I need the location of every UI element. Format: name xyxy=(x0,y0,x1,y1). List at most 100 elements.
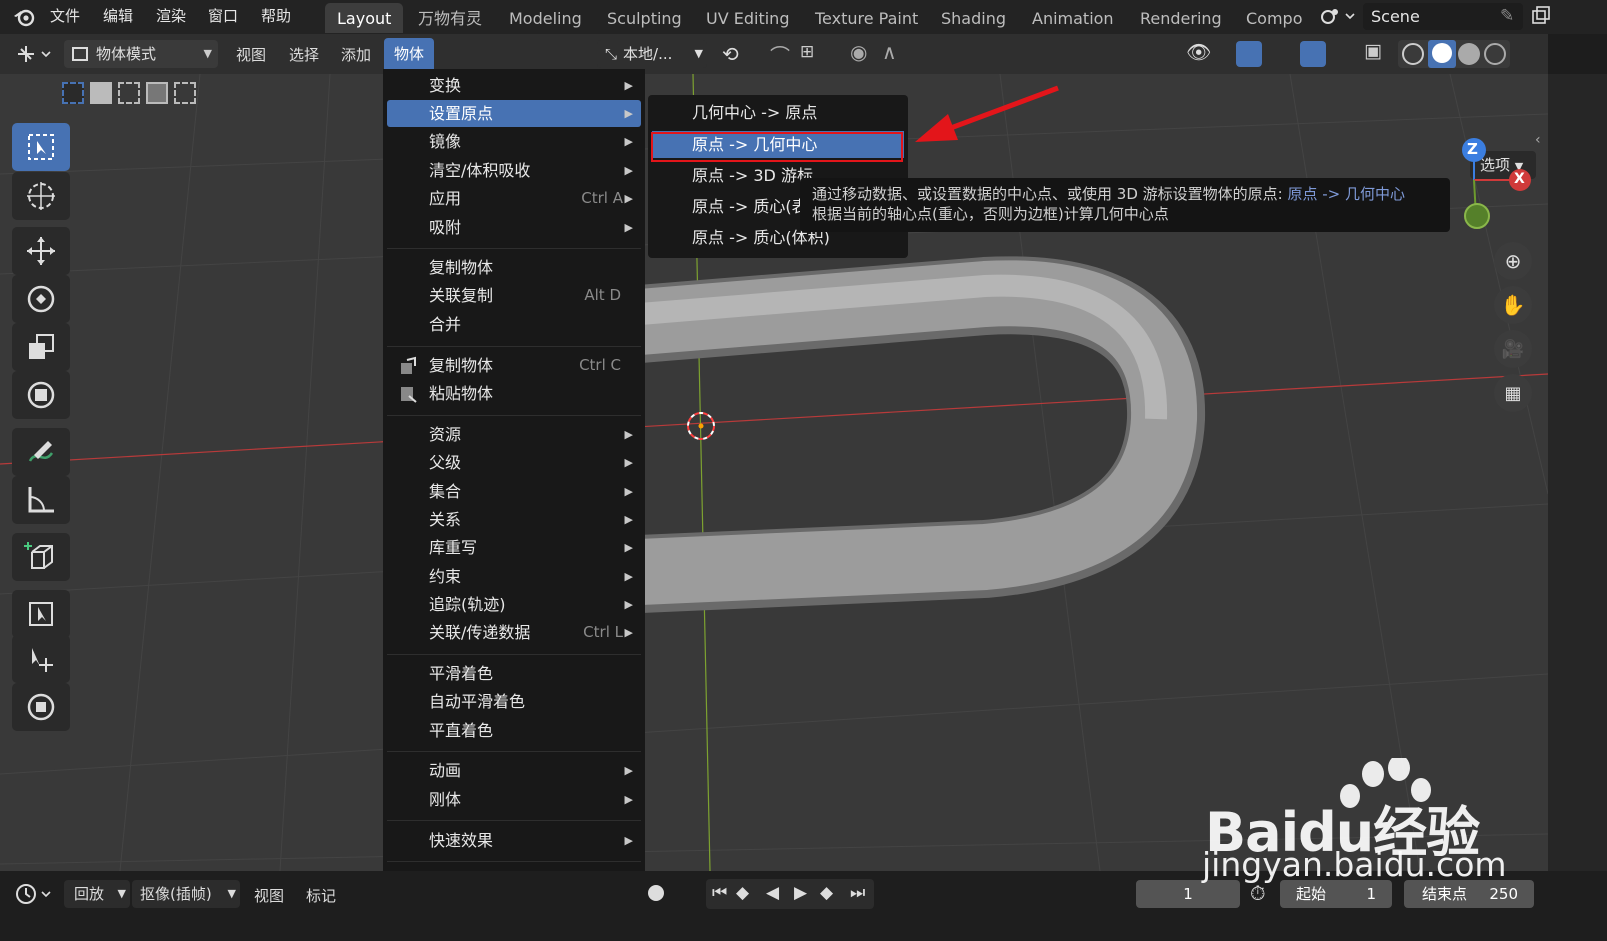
blender-logo-icon[interactable] xyxy=(12,5,36,29)
rendered-shading-icon[interactable] xyxy=(1484,43,1506,65)
menu-item-set-origin[interactable]: 设置原点 ▶ xyxy=(387,100,641,127)
menu-item-join[interactable]: 合并 xyxy=(387,311,641,338)
camera-view-button[interactable]: 🎥 xyxy=(1494,330,1532,368)
ortho-toggle-button[interactable]: ▦ xyxy=(1494,374,1532,412)
next-keyframe-icon[interactable]: ◆ xyxy=(820,883,833,903)
snap-icon[interactable]: ⌒ xyxy=(770,40,790,69)
menu-edit[interactable]: 编辑 xyxy=(103,5,133,26)
tab-wanwuyouling[interactable]: 万物有灵 xyxy=(406,3,494,33)
select-invert-icon[interactable] xyxy=(146,82,168,104)
header-object-menu[interactable]: 物体 xyxy=(384,38,435,70)
wireframe-shading-icon[interactable] xyxy=(1402,43,1424,65)
menu-item-paste[interactable]: 粘贴物体 xyxy=(387,380,641,407)
header-view-menu[interactable]: 视图 xyxy=(236,44,266,65)
new-scene-icon[interactable] xyxy=(1530,5,1552,27)
menu-item-relations[interactable]: 关系 ▶ xyxy=(387,506,641,533)
tab-rendering[interactable]: Rendering xyxy=(1128,3,1234,33)
snap-target-icon[interactable]: ⊞ xyxy=(800,42,814,62)
tab-compositing[interactable]: Compo xyxy=(1234,3,1315,33)
select-intersect-icon[interactable] xyxy=(174,82,196,104)
menu-item-parent[interactable]: 父级 ▶ xyxy=(387,449,641,476)
select-subtract-icon[interactable] xyxy=(118,82,140,104)
menu-item-collection[interactable]: 集合 ▶ xyxy=(387,478,641,505)
transform-orientation-dropdown[interactable]: ⤡ 本地/... ▼ xyxy=(597,40,707,68)
menu-item-shade-flat[interactable]: 平直着色 xyxy=(387,717,641,744)
tool-bounding[interactable] xyxy=(12,590,70,638)
jump-start-icon[interactable]: ⏮ xyxy=(712,883,727,903)
tool-select-move[interactable] xyxy=(12,635,70,683)
record-icon[interactable] xyxy=(648,885,664,901)
play-icon[interactable]: ▶ xyxy=(794,883,807,903)
menu-item-constraint[interactable]: 约束 ▶ xyxy=(387,563,641,590)
header-add-menu[interactable]: 添加 xyxy=(341,44,371,65)
menu-item-transform[interactable]: 变换 ▶ xyxy=(387,72,641,99)
keying-dropdown[interactable]: 抠像(插帧) ▼ xyxy=(132,880,240,908)
select-new-icon[interactable] xyxy=(62,82,84,104)
tool-move[interactable] xyxy=(12,227,70,275)
stopwatch-icon[interactable]: ⏱ xyxy=(1250,881,1266,905)
menu-item-library-override[interactable]: 库重写 ▶ xyxy=(387,534,641,561)
falloff-icon[interactable]: ∧ xyxy=(882,40,897,64)
header-select-menu[interactable]: 选择 xyxy=(289,44,319,65)
pin-icon[interactable]: ✎ xyxy=(1500,6,1514,26)
menu-render[interactable]: 渲染 xyxy=(156,5,186,26)
menu-item-mirror[interactable]: 镜像 ▶ xyxy=(387,128,641,155)
timeline-marker-menu[interactable]: 标记 xyxy=(306,885,336,906)
play-reverse-icon[interactable]: ◀ xyxy=(766,883,779,903)
material-shading-icon[interactable] xyxy=(1458,43,1480,65)
menu-item-asset[interactable]: 资源 ▶ xyxy=(387,421,641,448)
tab-sculpting[interactable]: Sculpting xyxy=(595,3,694,33)
menu-item-duplicate-linked[interactable]: 关联复制 Alt D xyxy=(387,282,641,309)
tab-layout[interactable]: Layout xyxy=(325,3,404,33)
submenu-item-geometry-to-origin[interactable]: 几何中心 -> 原点 xyxy=(652,99,904,126)
solid-shading-button[interactable] xyxy=(1428,40,1456,68)
menu-item-rigid-body[interactable]: 刚体 ▶ xyxy=(387,786,641,813)
scene-selector-icon[interactable] xyxy=(1318,6,1356,28)
menu-item-shade-auto-smooth[interactable]: 自动平滑着色 xyxy=(387,688,641,715)
scene-name-field[interactable]: Scene xyxy=(1363,3,1523,30)
proportional-edit-icon[interactable]: ◉ xyxy=(850,40,867,64)
current-frame-field[interactable]: 1 xyxy=(1136,880,1240,908)
menu-item-track[interactable]: 追踪(轨迹) ▶ xyxy=(387,591,641,618)
tool-add-cube[interactable] xyxy=(12,533,70,581)
menu-item-apply[interactable]: 应用 Ctrl A ▶ xyxy=(387,185,641,212)
menu-item-animation[interactable]: 动画 ▶ xyxy=(387,757,641,784)
overlay-toggle-icon[interactable] xyxy=(1300,41,1326,67)
menu-item-quick-effects[interactable]: 快速效果 ▶ xyxy=(387,827,641,854)
timeline-view-menu[interactable]: 视图 xyxy=(254,885,284,906)
zoom-button[interactable]: ⊕ xyxy=(1494,242,1532,280)
editor-type-icon[interactable] xyxy=(14,42,54,66)
end-frame-field[interactable]: 结束点 250 xyxy=(1404,880,1534,908)
tab-modeling[interactable]: Modeling xyxy=(497,3,594,33)
tool-annotate[interactable] xyxy=(12,428,70,476)
menu-item-clear[interactable]: 清空/体积吸收 ▶ xyxy=(387,157,641,184)
select-extend-icon[interactable] xyxy=(90,82,112,104)
tool-scale[interactable] xyxy=(12,323,70,371)
menu-item-duplicate[interactable]: 复制物体 xyxy=(387,254,641,281)
pan-button[interactable]: ✋ xyxy=(1494,286,1532,324)
gizmo-toggle-icon[interactable] xyxy=(1236,41,1262,67)
menu-item-link-transfer[interactable]: 关联/传递数据 Ctrl L ▶ xyxy=(387,619,641,646)
start-frame-field[interactable]: 起始 1 xyxy=(1280,880,1392,908)
tool-measure[interactable] xyxy=(12,476,70,524)
sidebar-toggle-icon[interactable]: ‹ xyxy=(1535,132,1541,148)
tab-uv-editing[interactable]: UV Editing xyxy=(694,3,801,33)
pivot-point-icon[interactable]: ⟲ xyxy=(722,42,739,66)
tool-transform[interactable] xyxy=(12,371,70,419)
tab-animation[interactable]: Animation xyxy=(1020,3,1126,33)
menu-file[interactable]: 文件 xyxy=(50,5,80,26)
menu-item-snap[interactable]: 吸附 ▶ xyxy=(387,214,641,241)
tool-transform-pivot[interactable] xyxy=(12,683,70,731)
menu-help[interactable]: 帮助 xyxy=(261,5,291,26)
tool-rotate[interactable] xyxy=(12,275,70,323)
xray-icon[interactable]: ▣ xyxy=(1364,40,1382,62)
tool-cursor[interactable] xyxy=(12,172,70,220)
mode-dropdown[interactable]: 物体模式 ▼ xyxy=(64,40,218,68)
prev-keyframe-icon[interactable]: ◆ xyxy=(736,883,749,903)
menu-item-copy[interactable]: 复制物体 Ctrl C xyxy=(387,352,641,379)
menu-item-shade-smooth[interactable]: 平滑着色 xyxy=(387,660,641,687)
jump-end-icon[interactable]: ⏭ xyxy=(850,883,865,903)
playback-dropdown[interactable]: 回放 ▼ xyxy=(64,880,130,908)
timeline-editor-icon[interactable] xyxy=(14,881,54,907)
visibility-eye-icon[interactable]: 👁 xyxy=(1186,40,1211,64)
